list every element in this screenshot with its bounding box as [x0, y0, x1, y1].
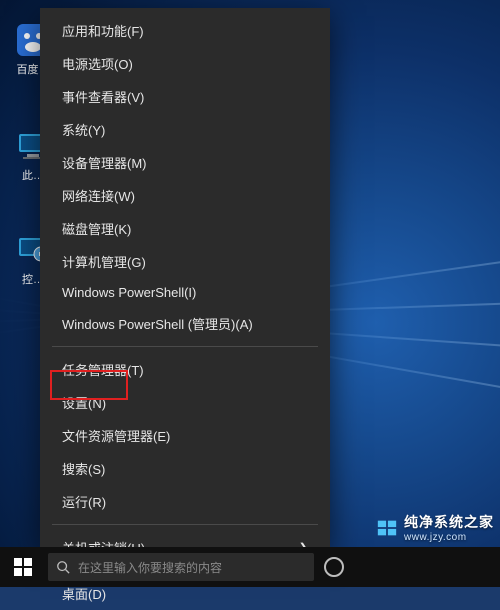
taskbar-search[interactable]: 在这里输入你要搜索的内容 [48, 553, 314, 581]
desktop[interactable]: 百度… 此… 控… 应用和功能(F)电源选项(O)事件查看器(V)系统(Y)设备… [0, 0, 500, 587]
menu-item-label: 网络连接(W) [62, 186, 135, 205]
menu-item-compmgmt[interactable]: 计算机管理(G) [40, 245, 330, 278]
menu-item-power[interactable]: 电源选项(O) [40, 47, 330, 80]
menu-item-system[interactable]: 系统(Y) [40, 113, 330, 146]
cortana-icon [324, 557, 344, 577]
menu-item-eventviewer[interactable]: 事件查看器(V) [40, 80, 330, 113]
menu-item-apps[interactable]: 应用和功能(F) [40, 14, 330, 47]
menu-item-diskmgmt[interactable]: 磁盘管理(K) [40, 212, 330, 245]
menu-separator [52, 346, 318, 347]
menu-item-label: 搜索(S) [62, 459, 105, 478]
menu-item-label: 系统(Y) [62, 120, 105, 139]
menu-separator [52, 524, 318, 525]
menu-item-label: 事件查看器(V) [62, 87, 144, 106]
menu-item-label: Windows PowerShell (管理员)(A) [62, 314, 253, 333]
menu-item-devmgr[interactable]: 设备管理器(M) [40, 146, 330, 179]
watermark-url: www.jzy.com [404, 532, 494, 543]
menu-item-search[interactable]: 搜索(S) [40, 452, 330, 485]
menu-item-label: 计算机管理(G) [62, 252, 146, 271]
cortana-button[interactable] [314, 547, 354, 587]
menu-item-run[interactable]: 运行(R) [40, 485, 330, 518]
menu-item-taskmgr[interactable]: 任务管理器(T) [40, 353, 330, 386]
start-button[interactable] [0, 547, 46, 587]
menu-item-label: 电源选项(O) [62, 54, 133, 73]
menu-item-explorer[interactable]: 文件资源管理器(E) [40, 419, 330, 452]
watermark-brand: 纯净系统之家 [404, 512, 494, 532]
menu-item-settings[interactable]: 设置(N) [40, 386, 330, 419]
menu-item-label: 设备管理器(M) [62, 153, 147, 172]
menu-item-label: 磁盘管理(K) [62, 219, 131, 238]
menu-item-netconn[interactable]: 网络连接(W) [40, 179, 330, 212]
menu-item-label: 应用和功能(F) [62, 21, 144, 40]
menu-item-label: 运行(R) [62, 492, 106, 511]
search-icon [56, 560, 70, 574]
menu-item-ps[interactable]: Windows PowerShell(I) [40, 278, 330, 307]
winx-menu: 应用和功能(F) 电源选项(O) 事件查看器(V) 系统(Y) 设备管理器(M) 网络连接… [40, 8, 330, 547]
taskbar: 在这里输入你要搜索的内容 [0, 547, 500, 587]
menu-item-label: Windows PowerShell(I) [62, 285, 196, 300]
watermark-logo-icon [376, 517, 398, 539]
menu-item-label: 任务管理器(T) [62, 360, 144, 379]
menu-item-label: 设置(N) [62, 393, 106, 412]
windows-logo-icon [14, 558, 32, 576]
menu-item-label: 文件资源管理器(E) [62, 426, 170, 445]
watermark: 纯净系统之家 www.jzy.com [376, 512, 494, 543]
search-placeholder: 在这里输入你要搜索的内容 [78, 559, 222, 576]
menu-item-psadmin[interactable]: Windows PowerShell (管理员)(A) [40, 307, 330, 340]
